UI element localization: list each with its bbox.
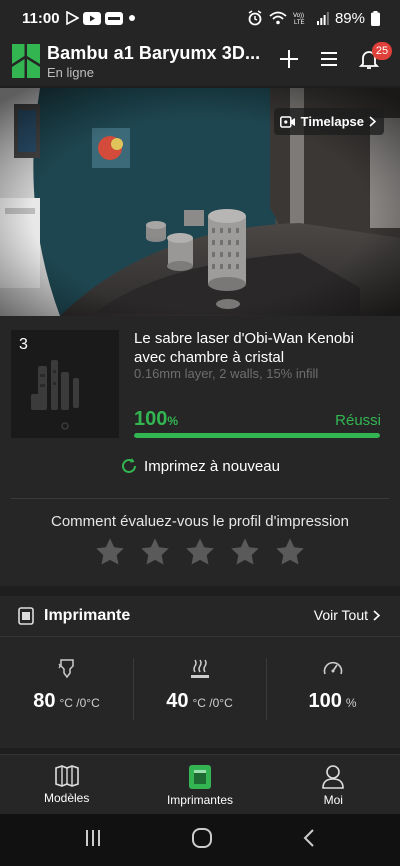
add-button[interactable] [278, 44, 300, 74]
app-header: Bambu a1 Baryumx 3D... En ligne 25 [0, 36, 400, 86]
printer-status: En ligne [47, 64, 94, 80]
wifi-icon [269, 11, 287, 25]
printer-section-header: Imprimante [18, 607, 130, 625]
chevron-right-icon [373, 609, 380, 621]
see-all-link[interactable]: Voir Tout [314, 607, 380, 623]
rating-star-5[interactable] [274, 536, 306, 568]
print-job-card: 3 Le sabre laser d'Obi-Wan Kenobi avec c… [0, 316, 400, 586]
bbc-app-icon [104, 11, 123, 25]
rating-star-1[interactable] [94, 536, 126, 568]
notification-badge: 25 [372, 42, 392, 60]
progress-unit: % [167, 414, 179, 428]
reprint-label: Imprimez à nouveau [144, 457, 280, 475]
bed-temp-target: °C /0°C [192, 696, 233, 710]
profile-icon [322, 765, 345, 789]
battery-percent: 89% [334, 9, 365, 27]
battery-icon [371, 10, 380, 26]
timelapse-label: Timelapse [300, 114, 364, 129]
nav-me[interactable]: Moi [267, 755, 400, 814]
nozzle-temp: 80 [33, 690, 56, 712]
rating-question: Comment évaluez-vous le profil d'impress… [51, 513, 349, 530]
job-name: Le sabre laser d'Obi-Wan Kenobi avec cha… [134, 330, 354, 366]
nav-models-label: Modèles [43, 791, 90, 805]
speed-unit: % [345, 696, 357, 710]
speed-stat[interactable]: 100% [266, 658, 399, 713]
progress-bar [134, 433, 380, 438]
svg-text:Vo)): Vo)) [293, 13, 304, 19]
home-icon [191, 827, 212, 848]
plus-icon [280, 50, 298, 68]
divider [0, 636, 400, 637]
menu-icon [321, 52, 337, 66]
speed-gauge-icon [323, 661, 342, 675]
nav-printers[interactable]: Imprimantes [133, 755, 266, 814]
system-nav-bar [0, 814, 400, 866]
volte-lte-icon: Vo)) LTE [293, 11, 311, 25]
play-store-icon [65, 11, 79, 25]
bottom-nav: Modèles Imprimantes Moi [0, 754, 400, 814]
nozzle-temp-target: °C /0°C [59, 696, 100, 710]
svg-text:LTE: LTE [294, 20, 305, 25]
divider [11, 498, 389, 499]
printer-section: Imprimante Voir Tout 80 °C /0°C 40 °C /0°C… [0, 596, 400, 748]
job-thumbnail[interactable]: 3 [11, 330, 119, 438]
dot-icon [127, 13, 137, 23]
plate-number: 3 [19, 336, 28, 353]
alarm-icon [247, 10, 263, 26]
speed-value: 100 [308, 690, 342, 712]
reprint-button[interactable]: Imprimez à nouveau [0, 457, 400, 475]
bambu-logo-icon [12, 44, 40, 78]
rating-star-4[interactable] [229, 536, 261, 568]
job-settings: 0.16mm layer, 2 walls, 15% infill [134, 366, 319, 381]
rating-star-3[interactable] [184, 536, 216, 568]
home-button[interactable] [191, 827, 213, 854]
notifications-button[interactable]: 25 [358, 42, 392, 74]
rating-stars [0, 536, 400, 568]
nav-printers-label: Imprimantes [166, 793, 233, 807]
nav-me-label: Moi [323, 793, 343, 807]
printer-title[interactable]: Bambu a1 Baryumx 3D... [47, 43, 260, 64]
recents-button[interactable] [84, 829, 102, 852]
status-time: 11:00 [22, 9, 60, 27]
models-icon [54, 765, 79, 787]
progress-value: 100 [134, 408, 168, 430]
printer-icon [188, 765, 211, 789]
menu-button[interactable] [318, 44, 340, 74]
job-state: Réussi [335, 412, 381, 429]
heatbed-icon [190, 659, 209, 678]
progress-bar-fill [134, 433, 380, 438]
back-chevron-icon [303, 828, 314, 847]
refresh-icon [122, 458, 137, 473]
recents-icon [86, 829, 101, 846]
nozzle-temp-stat[interactable]: 80 °C /0°C [0, 658, 133, 713]
signal-icon [316, 11, 329, 25]
bed-temp-stat[interactable]: 40 °C /0°C [133, 658, 266, 713]
rating-star-2[interactable] [139, 536, 171, 568]
back-button[interactable] [302, 828, 316, 853]
printer-card-icon [18, 607, 34, 625]
chevron-right-icon [369, 116, 376, 127]
progress-percent: 100% [134, 408, 178, 431]
video-camera-icon [279, 115, 295, 128]
youtube-icon [82, 11, 101, 25]
camera-feed[interactable]: Timelapse [0, 88, 400, 316]
printer-section-title: Imprimante [44, 607, 131, 624]
see-all-label: Voir Tout [313, 607, 368, 623]
timelapse-button[interactable]: Timelapse [273, 108, 384, 135]
nav-models[interactable]: Modèles [0, 755, 133, 814]
status-bar: 11:00 Vo)) LTE 89% [0, 0, 400, 36]
bed-temp: 40 [166, 690, 189, 712]
nozzle-icon [58, 659, 74, 679]
